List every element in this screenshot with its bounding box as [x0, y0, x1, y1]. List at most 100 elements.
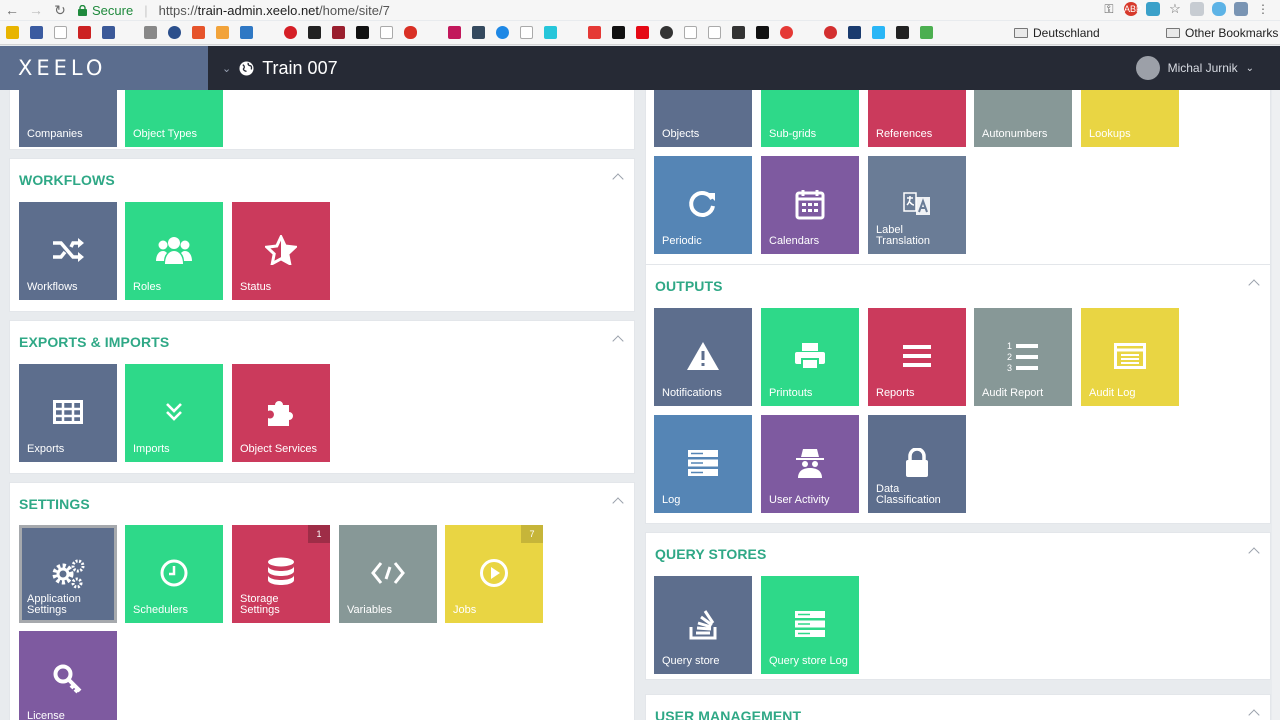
bookmark-icon[interactable] [684, 26, 697, 39]
bookmark-icon[interactable] [102, 26, 115, 39]
tile-application-settings[interactable]: Application Settings [19, 525, 117, 623]
bookmark-folder-other[interactable]: Other Bookmarks [1166, 26, 1278, 40]
tile-sub-grids[interactable]: Sub-grids [761, 90, 859, 147]
lock-icon [899, 445, 935, 481]
bookmark-icon[interactable] [168, 26, 181, 39]
bookmark-icon[interactable] [472, 26, 485, 39]
bookmark-folder-deutschland[interactable]: Deutschland [1014, 26, 1100, 40]
menu-icon[interactable]: ⋮ [1256, 2, 1270, 16]
bookmark-icon[interactable] [756, 26, 769, 39]
bookmark-icon[interactable] [708, 26, 721, 39]
forward-icon[interactable]: → [24, 2, 48, 18]
user-menu[interactable]: Michal Jurnik ⌄ [1135, 46, 1254, 90]
gears-icon [50, 555, 86, 591]
site-selector[interactable]: ⌄ Train 007 [222, 46, 338, 90]
tile-schedulers[interactable]: Schedulers [125, 525, 223, 623]
key-icon [50, 661, 86, 697]
star-icon[interactable]: ☆ [1168, 2, 1182, 16]
tile-imports[interactable]: Imports [125, 364, 223, 462]
collapse-icon[interactable] [1250, 707, 1260, 717]
tile-variables[interactable]: Variables [339, 525, 437, 623]
tile-status[interactable]: Status [232, 202, 330, 300]
bookmark-icon[interactable] [896, 26, 909, 39]
back-icon[interactable]: ← [0, 2, 24, 18]
section-title-query-stores: QUERY STORES [655, 546, 767, 562]
tile-label-translation[interactable]: Label Translation [868, 156, 966, 254]
tile-audit-report[interactable]: 123 Audit Report [974, 308, 1072, 406]
bookmark-icon[interactable] [356, 26, 369, 39]
screen-icon[interactable] [1234, 2, 1248, 16]
bookmark-icon[interactable] [920, 26, 933, 39]
tile-object-types[interactable]: Object Types [125, 90, 223, 147]
tile-query-store-log[interactable]: Query store Log [761, 576, 859, 674]
bookmark-icon[interactable] [448, 26, 461, 39]
tile-query-store[interactable]: Query store [654, 576, 752, 674]
tile-autonumbers[interactable]: Autonumbers [974, 90, 1072, 147]
send-icon[interactable] [1190, 2, 1204, 16]
bookmark-icon[interactable] [848, 26, 861, 39]
list-icon [899, 338, 935, 374]
tile-exports[interactable]: Exports [19, 364, 117, 462]
bookmark-icon[interactable] [872, 26, 885, 39]
bookmark-icon[interactable] [520, 26, 533, 39]
tile-object-services[interactable]: Object Services [232, 364, 330, 462]
address-bar[interactable]: Secure | https://train-admin.xeelo.net/h… [78, 3, 390, 18]
bookmark-icon[interactable] [54, 26, 67, 39]
bookmark-icon[interactable] [144, 26, 157, 39]
tile-periodic[interactable]: Periodic [654, 156, 752, 254]
bookmark-icon[interactable] [588, 26, 601, 39]
cloud-icon[interactable] [1212, 2, 1226, 16]
bookmark-icon[interactable] [732, 26, 745, 39]
bookmark-icon[interactable] [404, 26, 417, 39]
tile-roles[interactable]: Roles [125, 202, 223, 300]
bookmark-icon[interactable] [660, 26, 673, 39]
tile-calendars[interactable]: Calendars [761, 156, 859, 254]
tile-jobs[interactable]: 7 Jobs [445, 525, 543, 623]
bookmark-icon[interactable] [780, 26, 793, 39]
extension-icon[interactable] [1146, 2, 1160, 16]
tile-lookups[interactable]: Lookups [1081, 90, 1179, 147]
collapse-icon[interactable] [1250, 545, 1260, 555]
printer-icon [792, 338, 828, 374]
collapse-icon[interactable] [1250, 277, 1260, 287]
bookmark-icon[interactable] [308, 26, 321, 39]
tile-data-classification[interactable]: Data Classification [868, 415, 966, 513]
collapse-icon[interactable] [614, 333, 624, 343]
tile-audit-log[interactable]: Audit Log [1081, 308, 1179, 406]
count-badge: 1 [308, 525, 330, 543]
tile-workflows[interactable]: Workflows [19, 202, 117, 300]
tile-license[interactable]: License [19, 631, 117, 720]
tile-reports[interactable]: Reports [868, 308, 966, 406]
tile-references[interactable]: References [868, 90, 966, 147]
logo[interactable]: XEELO [0, 46, 208, 90]
tile-companies[interactable]: Companies [19, 90, 117, 147]
bookmark-icon[interactable] [636, 26, 649, 39]
bookmark-icon[interactable] [332, 26, 345, 39]
adblock-icon[interactable]: ABP [1124, 2, 1142, 16]
bookmark-icon[interactable] [380, 26, 393, 39]
key-icon[interactable]: ⚿ [1102, 2, 1116, 16]
bookmark-icon[interactable] [824, 26, 837, 39]
reload-icon[interactable]: ↻ [48, 2, 72, 19]
bookmark-star-icon[interactable] [6, 26, 19, 39]
tile-storage-settings[interactable]: 1 Storage Settings [232, 525, 330, 623]
bookmark-icon[interactable] [284, 26, 297, 39]
bookmark-icon[interactable] [496, 26, 509, 39]
tile-user-activity[interactable]: User Activity [761, 415, 859, 513]
bookmark-icon[interactable] [78, 26, 91, 39]
tile-printouts[interactable]: Printouts [761, 308, 859, 406]
tile-objects[interactable]: Objects [654, 90, 752, 147]
collapse-icon[interactable] [614, 495, 624, 505]
main-content: Companies Object Types WORKFLOWS Workflo… [0, 90, 1280, 720]
bookmark-icon[interactable] [612, 26, 625, 39]
bookmark-icon[interactable] [544, 26, 557, 39]
tile-log[interactable]: Log [654, 415, 752, 513]
bookmark-icon[interactable] [216, 26, 229, 39]
bookmark-icon[interactable] [30, 26, 43, 39]
tile-notifications[interactable]: Notifications [654, 308, 752, 406]
bookmark-icon[interactable] [240, 26, 253, 39]
collapse-icon[interactable] [614, 171, 624, 181]
scrollbar[interactable] [1272, 90, 1280, 720]
section-title-outputs: OUTPUTS [655, 278, 723, 294]
bookmark-icon[interactable] [192, 26, 205, 39]
